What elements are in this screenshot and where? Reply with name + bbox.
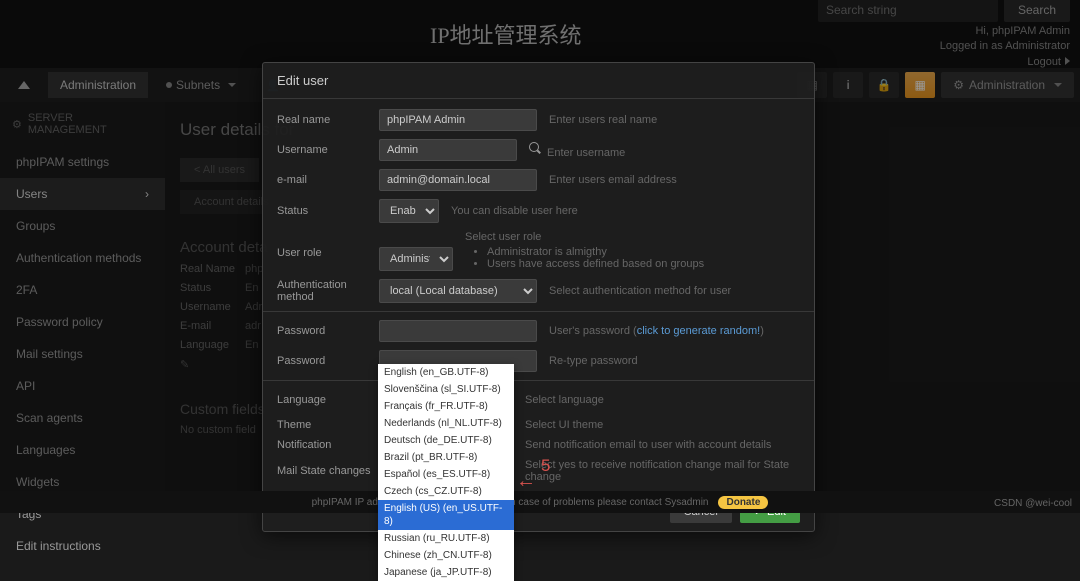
hint-language: Select language <box>525 394 800 406</box>
footer: phpIPAM IP address management [v1.4.7] |… <box>0 491 1080 513</box>
lang-option[interactable]: Japanese (ja_JP.UTF-8) <box>378 564 514 581</box>
annotation-number: 5 <box>541 456 550 476</box>
label-password2: Password <box>277 355 379 367</box>
watermark: CSDN @wei-cool <box>994 498 1072 509</box>
label-real-name: Real name <box>277 114 379 126</box>
hint-status: You can disable user here <box>451 205 800 217</box>
label-username: Username <box>277 144 379 156</box>
input-real-name[interactable] <box>379 109 537 131</box>
lang-option-selected[interactable]: English (US) (en_US.UTF-8) <box>378 500 514 530</box>
lang-option[interactable]: Brazil (pt_BR.UTF-8) <box>378 449 514 466</box>
hint-mail-state: Select yes to receive notification chang… <box>525 459 800 483</box>
select-user-role[interactable]: Administrator <box>379 247 453 271</box>
input-email[interactable] <box>379 169 537 191</box>
search-icon <box>529 142 543 156</box>
hint-notification: Send notification email to user with acc… <box>525 439 800 451</box>
sidebar-item-edit-instructions[interactable]: Edit instructions <box>0 530 165 562</box>
lang-option[interactable]: English (en_GB.UTF-8) <box>378 364 514 381</box>
label-language: Language <box>277 394 379 406</box>
label-theme: Theme <box>277 419 379 431</box>
language-dropdown: English (en_GB.UTF-8) Slovenščina (sl_SI… <box>378 364 514 581</box>
lang-option[interactable]: Deutsch (de_DE.UTF-8) <box>378 432 514 449</box>
label-mail-state: Mail State changes <box>277 465 379 477</box>
lang-option[interactable]: Français (fr_FR.UTF-8) <box>378 398 514 415</box>
lang-option[interactable]: Czech (cs_CZ.UTF-8) <box>378 483 514 500</box>
hint-password1: User's password (click to generate rando… <box>549 325 800 337</box>
input-password1[interactable] <box>379 320 537 342</box>
select-status[interactable]: Enabled <box>379 199 439 223</box>
label-email: e-mail <box>277 174 379 186</box>
label-password1: Password <box>277 325 379 337</box>
modal-title: Edit user <box>263 63 814 99</box>
hint-theme: Select UI theme <box>525 419 800 431</box>
label-auth-method: Authentication method <box>277 279 379 303</box>
hint-password2: Re-type password <box>549 355 800 367</box>
lang-option[interactable]: Russian (ru_RU.UTF-8) <box>378 530 514 547</box>
lang-option[interactable]: Slovenščina (sl_SI.UTF-8) <box>378 381 514 398</box>
lang-option[interactable]: Nederlands (nl_NL.UTF-8) <box>378 415 514 432</box>
link-generate-password[interactable]: click to generate random! <box>637 325 761 337</box>
hint-username: Enter username <box>529 142 800 159</box>
select-auth-method[interactable]: local (Local database) <box>379 279 537 303</box>
lang-option[interactable]: Chinese (zh_CN.UTF-8) <box>378 547 514 564</box>
edit-user-modal: Edit user Real name Enter users real nam… <box>262 62 815 532</box>
annotation-arrow: ← <box>516 470 536 493</box>
lang-option[interactable]: Español (es_ES.UTF-8) <box>378 466 514 483</box>
hint-auth: Select authentication method for user <box>549 285 800 297</box>
input-username[interactable] <box>379 139 517 161</box>
donate-button[interactable]: Donate <box>718 496 768 509</box>
label-status: Status <box>277 205 379 217</box>
label-user-role: User role <box>277 231 379 259</box>
hint-email: Enter users email address <box>549 174 800 186</box>
hint-user-role: Select user role Administrator is almigt… <box>465 231 800 270</box>
label-notification: Notification <box>277 439 379 451</box>
hint-real-name: Enter users real name <box>549 114 800 126</box>
